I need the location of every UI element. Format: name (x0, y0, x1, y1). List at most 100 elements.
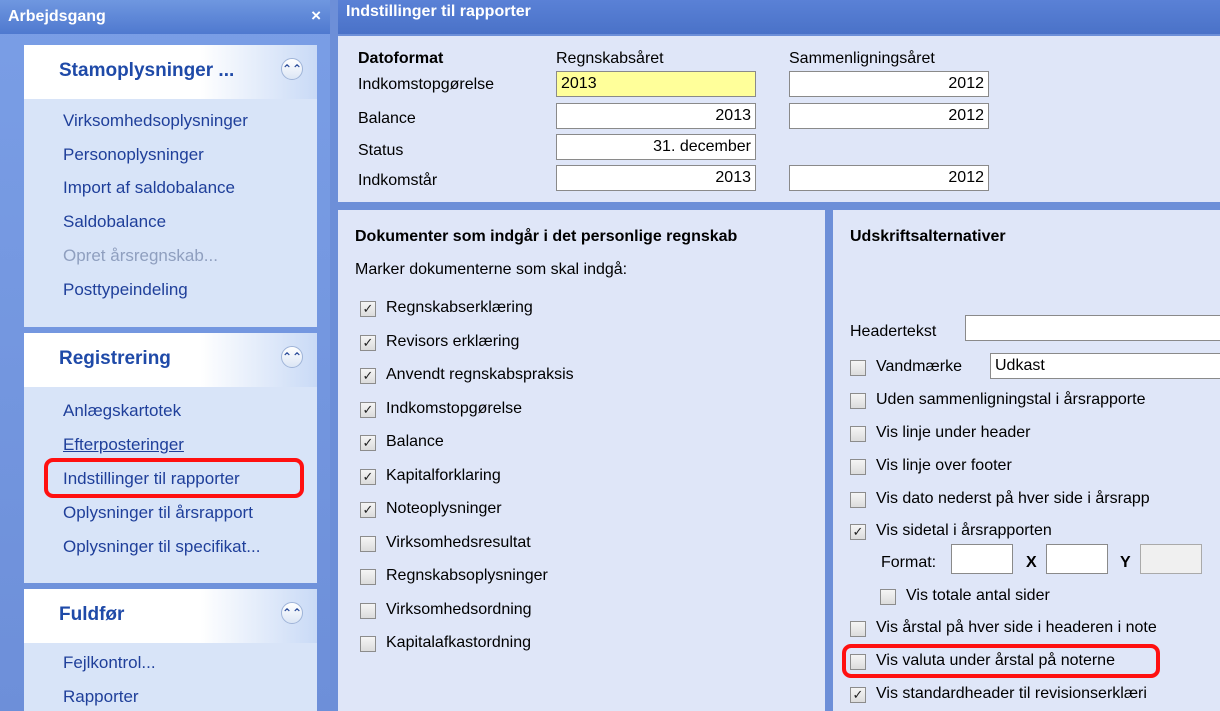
print-options-panel: Udskriftsalternativer Headertekst Vandmæ… (833, 210, 1220, 711)
y-input (1140, 544, 1202, 574)
page-title: Indstillinger til rapporter (346, 3, 531, 20)
dateformat-heading: Datoformat (358, 50, 444, 67)
group-header[interactable]: Registrering ⌃⌃ (24, 333, 317, 387)
nav-oplysninger-aarsrapport[interactable]: Oplysninger til årsrapport (63, 503, 253, 523)
row-label-indkomstopgoerelse: Indkomstopgørelse (358, 76, 495, 93)
chevron-up-icon[interactable]: ⌃⌃ (281, 602, 303, 624)
nav-rapporter[interactable]: Rapporter (63, 687, 139, 707)
group-title: Fuldfør (59, 604, 125, 625)
format-input[interactable] (951, 544, 1013, 574)
highlight-annotation (44, 458, 304, 498)
task-pane-titlebar: Arbejdsgang × (0, 0, 330, 34)
uden-sammenligningstal-label: Uden sammenligningstal i årsrapporte (876, 391, 1146, 408)
format-label: Format: (881, 554, 937, 571)
vis-totale-sider-label: Vis totale antal sider (906, 587, 1050, 604)
chevron-up-icon[interactable]: ⌃⌃ (281, 346, 303, 368)
document-checkbox[interactable] (360, 636, 376, 652)
nav-opret-aarsregnskab: Opret årsregnskab... (63, 246, 218, 265)
group-header[interactable]: Fuldfør ⌃⌃ (24, 589, 317, 643)
row-label-balance: Balance (358, 110, 416, 127)
document-label: Revisors erklæring (386, 333, 520, 350)
nav-saldobalance[interactable]: Saldobalance (63, 212, 166, 232)
documents-panel: Dokumenter som indgår i det personlige r… (338, 210, 825, 711)
linje-under-header-checkbox[interactable] (850, 426, 866, 442)
nav-anlaegskartotek[interactable]: Anlægskartotek (63, 401, 181, 421)
document-label: Kapitalforklaring (386, 467, 501, 484)
headertext-input[interactable] (965, 315, 1220, 341)
status-field[interactable]: 31. december (556, 134, 756, 160)
nav-import-saldobalance[interactable]: Import af saldobalance (63, 178, 235, 198)
row-label-status: Status (358, 142, 404, 159)
col-sammenligningsaar: Sammenligningsåret (789, 50, 935, 67)
indkomstopgoerelse-year-field[interactable]: 2013 (556, 71, 756, 97)
document-label: Anvendt regnskabspraksis (386, 366, 574, 383)
main-area: Indstillinger til rapporter Datoformat R… (330, 0, 1220, 711)
linje-over-footer-checkbox[interactable] (850, 459, 866, 475)
row-label-indkomstaar: Indkomstår (358, 172, 438, 189)
vis-dato-label: Vis dato nederst på hver side i årsrapp (876, 490, 1150, 507)
chevron-up-icon[interactable]: ⌃⌃ (281, 58, 303, 80)
document-label: Virksomhedsresultat (386, 534, 531, 551)
document-checkbox[interactable] (360, 536, 376, 552)
documents-instruction: Marker dokumenterne som skal indgå: (355, 261, 628, 278)
main-titlebar: Indstillinger til rapporter (338, 0, 1220, 34)
group-fuldfoer: Fuldfør ⌃⌃ Fejlkontrol... Rapporter (24, 589, 317, 711)
linje-over-footer-label: Vis linje over footer (876, 457, 1012, 474)
highlight-annotation (842, 644, 1160, 678)
document-checkbox[interactable] (360, 435, 376, 451)
nav-fejlkontrol[interactable]: Fejlkontrol... (63, 653, 156, 673)
headertext-label: Headertekst (850, 323, 937, 340)
vandmaerke-input[interactable]: Udkast (990, 353, 1220, 379)
balance-year-field[interactable]: 2013 (556, 103, 756, 129)
group-header[interactable]: Stamoplysninger ... ⌃⌃ (24, 45, 317, 99)
print-options-heading: Udskriftsalternativer (850, 228, 1006, 245)
col-regnskabsaar: Regnskabsåret (556, 50, 664, 67)
vis-sidetal-checkbox[interactable] (850, 524, 866, 540)
group-title: Registrering (59, 348, 171, 369)
document-label: Regnskabserklæring (386, 299, 533, 316)
document-checkbox[interactable] (360, 368, 376, 384)
group-stamoplysninger: Stamoplysninger ... ⌃⌃ Virksomhedsoplysn… (24, 45, 317, 327)
nav-efterposteringer[interactable]: Efterposteringer (63, 435, 184, 455)
close-icon[interactable]: × (311, 6, 321, 26)
document-checkbox[interactable] (360, 469, 376, 485)
linje-under-header-label: Vis linje under header (876, 424, 1031, 441)
vis-sidetal-label: Vis sidetal i årsrapporten (876, 522, 1052, 539)
vis-standardheader-label: Vis standardheader til revisionserklæri (876, 685, 1147, 702)
indkomstopgoerelse-compare-field[interactable]: 2012 (789, 71, 989, 97)
indkomstaar-compare-field[interactable]: 2012 (789, 165, 989, 191)
vandmaerke-checkbox[interactable] (850, 360, 866, 376)
uden-sammenligningstal-checkbox[interactable] (850, 393, 866, 409)
document-checkbox[interactable] (360, 502, 376, 518)
task-pane-title: Arbejdsgang (8, 8, 106, 25)
nav-virksomhedsoplysninger[interactable]: Virksomhedsoplysninger (63, 111, 248, 131)
task-pane: Arbejdsgang × Stamoplysninger ... ⌃⌃ Vir… (0, 0, 330, 711)
nav-personoplysninger[interactable]: Personoplysninger (63, 145, 204, 165)
document-label: Virksomhedsordning (386, 601, 532, 618)
y-label: Y (1120, 554, 1131, 571)
document-label: Regnskabsoplysninger (386, 567, 548, 584)
nav-posttypeindeling[interactable]: Posttypeindeling (63, 280, 188, 300)
document-checkbox[interactable] (360, 569, 376, 585)
document-checkbox[interactable] (360, 301, 376, 317)
document-label: Balance (386, 433, 444, 450)
vis-standardheader-checkbox[interactable] (850, 687, 866, 703)
documents-heading: Dokumenter som indgår i det personlige r… (355, 228, 738, 245)
x-input[interactable] (1046, 544, 1108, 574)
document-label: Indkomstopgørelse (386, 400, 523, 417)
document-checkbox[interactable] (360, 402, 376, 418)
vis-dato-checkbox[interactable] (850, 492, 866, 508)
vandmaerke-label: Vandmærke (876, 358, 962, 375)
vis-totale-sider-checkbox[interactable] (880, 589, 896, 605)
document-label: Kapitalafkastordning (386, 634, 531, 651)
balance-compare-field[interactable]: 2012 (789, 103, 989, 129)
nav-oplysninger-specifikat[interactable]: Oplysninger til specifikat... (63, 537, 260, 557)
document-checkbox[interactable] (360, 603, 376, 619)
document-checkbox[interactable] (360, 335, 376, 351)
document-label: Noteoplysninger (386, 500, 502, 517)
x-label: X (1026, 554, 1037, 571)
indkomstaar-year-field[interactable]: 2013 (556, 165, 756, 191)
vis-aarstal-label: Vis årstal på hver side i headeren i not… (876, 619, 1157, 636)
dateformat-panel: Datoformat Regnskabsåret Sammenligningså… (338, 36, 1220, 202)
vis-aarstal-checkbox[interactable] (850, 621, 866, 637)
